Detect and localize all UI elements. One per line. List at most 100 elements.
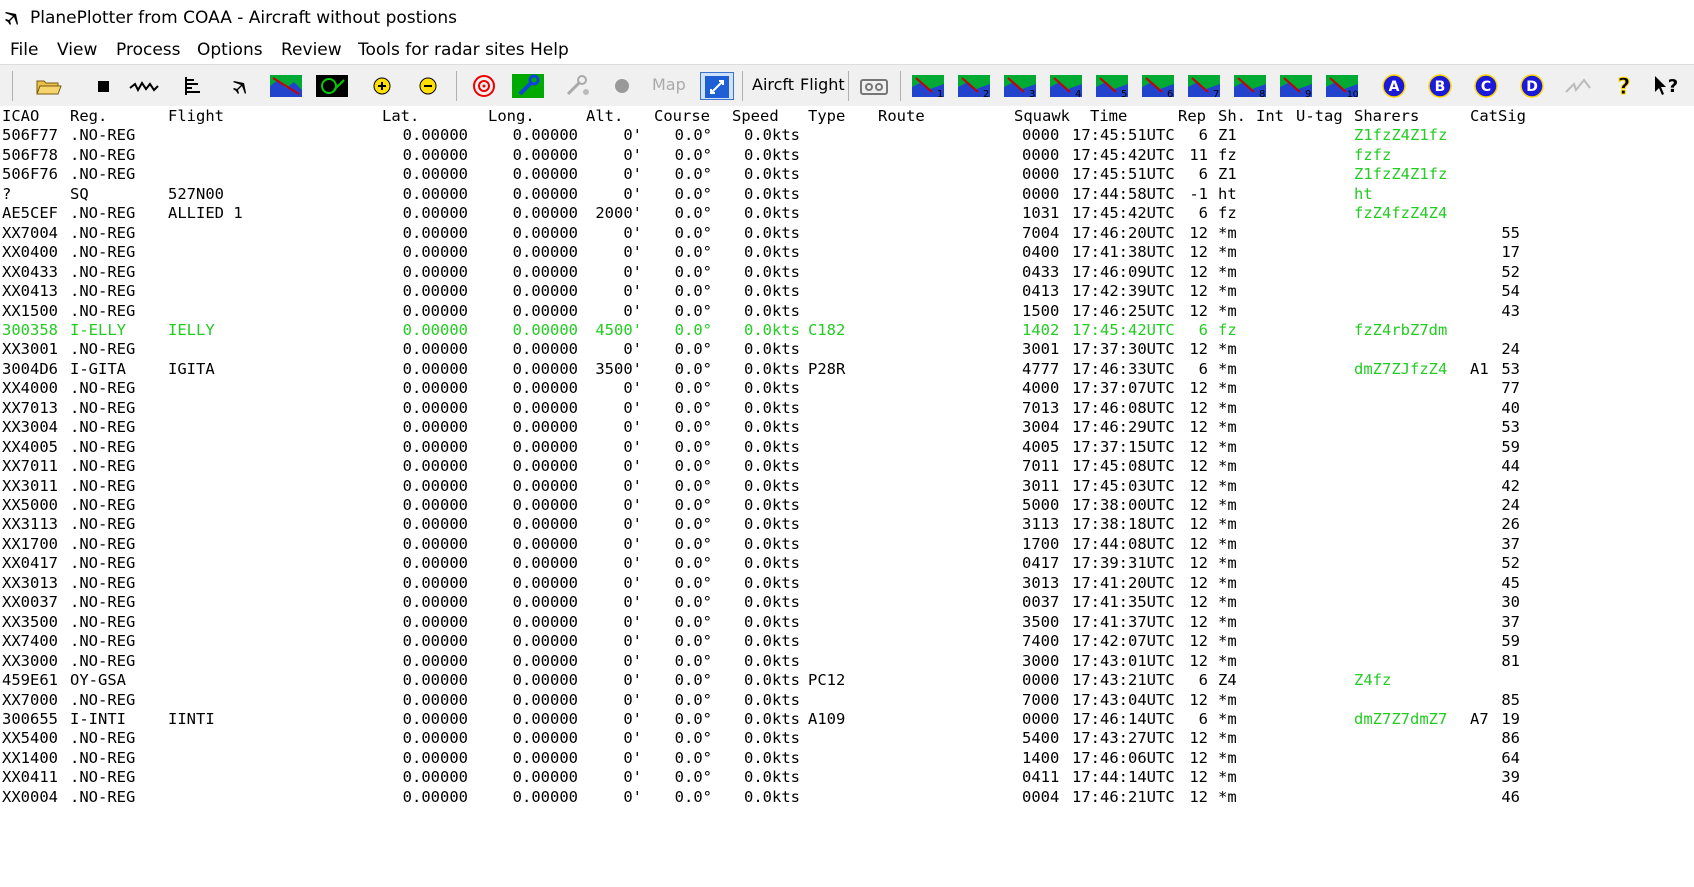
- table-row[interactable]: XX5400 .NO-REG 0.00000 0.00000 0' 0.0° 0.0kts 5…: [0, 729, 1694, 758]
- column-header[interactable]: U-tag: [1296, 106, 1343, 127]
- menu-file[interactable]: File: [10, 40, 38, 60]
- zoom-in-icon[interactable]: [366, 72, 398, 100]
- sync-active-icon[interactable]: [700, 72, 734, 100]
- stop-button[interactable]: [88, 72, 120, 100]
- table-row[interactable]: XX3013 .NO-REG 0.00000 0.00000 0' 0.0° 0.0kts 3…: [0, 574, 1694, 603]
- column-header[interactable]: Sh.: [1218, 106, 1246, 127]
- table-row[interactable]: 506F76 .NO-REG 0.00000 0.00000 0' 0.0° 0.0kts 0…: [0, 165, 1694, 194]
- column-header[interactable]: Speed: [732, 106, 779, 127]
- table-row[interactable]: 3004D6 I-GITA IGITA 0.00000 0.00000 3500' 0.0°…: [0, 360, 1694, 389]
- radio-icon[interactable]: [858, 72, 890, 100]
- cell-time: 17:41:38UTC: [1072, 243, 1175, 262]
- table-row[interactable]: XX7400 .NO-REG 0.00000 0.00000 0' 0.0° 0.0kts 7…: [0, 632, 1694, 661]
- cell-reg: .NO-REG: [70, 340, 136, 359]
- cell-lon: 0.00000: [512, 534, 578, 553]
- column-header[interactable]: Lat.: [382, 106, 419, 127]
- cell-time: 17:38:00UTC: [1072, 496, 1175, 514]
- table-row[interactable]: 506F77 .NO-REG 0.00000 0.00000 0' 0.0° 0.0kts 0…: [0, 126, 1694, 155]
- table-row[interactable]: XX3004 .NO-REG 0.00000 0.00000 0' 0.0° 0.0kts 3…: [0, 418, 1694, 447]
- column-header[interactable]: Route: [878, 106, 925, 127]
- letter-d-button[interactable]: D: [1516, 72, 1548, 100]
- cell-sig: 24: [1501, 340, 1520, 359]
- cell-speed: 0.0kts: [744, 651, 800, 670]
- chart-2-icon[interactable]: 2: [958, 72, 990, 100]
- cell-squawk: 3000: [1022, 651, 1060, 670]
- chart-6-icon[interactable]: 6: [1142, 72, 1174, 100]
- table-row[interactable]: XX0004 .NO-REG 0.00000 0.00000 0' 0.0° 0.0kts 0…: [0, 788, 1694, 817]
- column-header[interactable]: Sig: [1498, 106, 1526, 127]
- column-header[interactable]: Time: [1090, 106, 1127, 127]
- settings-wrench-icon[interactable]: [512, 72, 544, 100]
- table-row[interactable]: XX3011 .NO-REG 0.00000 0.00000 0' 0.0° 0.0kts 3…: [0, 477, 1694, 506]
- table-row[interactable]: XX3000 .NO-REG 0.00000 0.00000 0' 0.0° 0.0kts 3…: [0, 652, 1694, 681]
- aircraft-icon[interactable]: [226, 72, 258, 100]
- tools-disabled-icon[interactable]: [560, 72, 592, 100]
- column-header[interactable]: Reg.: [70, 106, 107, 127]
- table-row[interactable]: XX0413 .NO-REG 0.00000 0.00000 0' 0.0° 0.0kts 0…: [0, 282, 1694, 311]
- letter-c-button[interactable]: C: [1470, 72, 1502, 100]
- column-header[interactable]: Flight: [168, 106, 224, 127]
- aircraft-label-button[interactable]: Aircft: [752, 75, 794, 103]
- table-row[interactable]: XX4000 .NO-REG 0.00000 0.00000 0' 0.0° 0.0kts 4…: [0, 379, 1694, 408]
- menu-process[interactable]: Process: [116, 40, 181, 60]
- table-row[interactable]: XX0417 .NO-REG 0.00000 0.00000 0' 0.0° 0.0kts 0…: [0, 554, 1694, 583]
- chart-8-icon[interactable]: 8: [1234, 72, 1266, 100]
- letter-a-button[interactable]: A: [1378, 72, 1410, 100]
- chart-3-icon[interactable]: 3: [1004, 72, 1036, 100]
- column-header[interactable]: Course: [654, 106, 710, 127]
- target-icon[interactable]: [468, 72, 500, 100]
- zoom-out-icon[interactable]: [412, 72, 444, 100]
- record-disabled-icon[interactable]: [606, 72, 638, 100]
- table-row[interactable]: XX4005 .NO-REG 0.00000 0.00000 0' 0.0° 0.0kts 4…: [0, 438, 1694, 467]
- table-row[interactable]: XX0433 .NO-REG 0.00000 0.00000 0' 0.0° 0.0kts 0…: [0, 263, 1694, 292]
- cell-sh: *m: [1218, 787, 1237, 806]
- column-header[interactable]: Type: [808, 106, 845, 127]
- chart-10-icon[interactable]: 10: [1326, 72, 1359, 100]
- scope-view-icon[interactable]: [316, 72, 348, 100]
- column-header[interactable]: Squawk: [1014, 106, 1070, 127]
- chart-9-icon[interactable]: 9: [1280, 72, 1312, 100]
- map-button[interactable]: Map: [652, 75, 686, 103]
- table-row[interactable]: XX1700 .NO-REG 0.00000 0.00000 0' 0.0° 0.0kts 1…: [0, 535, 1694, 564]
- column-header[interactable]: Sharers: [1354, 106, 1419, 127]
- menu-tools-radar[interactable]: Tools for radar sites: [358, 40, 525, 60]
- flight-label-button[interactable]: Flight: [800, 75, 845, 103]
- table-row[interactable]: XX7013 .NO-REG 0.00000 0.00000 0' 0.0° 0.0kts 7…: [0, 399, 1694, 428]
- context-help-icon[interactable]: ?: [1650, 72, 1682, 100]
- column-header[interactable]: Rep: [1178, 106, 1206, 127]
- table-row[interactable]: 300358 I-ELLY IELLY 0.00000 0.00000 4500' 0.0°…: [0, 321, 1694, 350]
- table-row[interactable]: XX3500 .NO-REG 0.00000 0.00000 0' 0.0° 0.0kts 3…: [0, 613, 1694, 642]
- cell-speed: 0.0kts: [744, 145, 800, 164]
- column-header[interactable]: Int: [1256, 106, 1284, 127]
- signature-disabled-icon[interactable]: [1562, 72, 1594, 100]
- map-view-icon[interactable]: [270, 72, 302, 100]
- table-row[interactable]: XX0037 .NO-REG 0.00000 0.00000 0' 0.0° 0.0kts 0…: [0, 593, 1694, 622]
- chart-5-icon[interactable]: 5: [1096, 72, 1128, 100]
- column-header[interactable]: Long.: [488, 106, 535, 127]
- column-header[interactable]: Cat: [1470, 106, 1498, 127]
- table-row[interactable]: AE5CEF .NO-REG ALLIED 1 0.00000 0.00000 2000'…: [0, 204, 1694, 233]
- letter-b-button[interactable]: B: [1424, 72, 1456, 100]
- table-row[interactable]: XX0411 .NO-REG 0.00000 0.00000 0' 0.0° 0.0kts 0…: [0, 768, 1694, 797]
- table-row[interactable]: XX7004 .NO-REG 0.00000 0.00000 0' 0.0° 0.0kts 7…: [0, 224, 1694, 253]
- table-row[interactable]: XX3113 .NO-REG 0.00000 0.00000 0' 0.0° 0.0kts 3…: [0, 515, 1694, 544]
- menu-view[interactable]: View: [57, 40, 97, 60]
- table-row[interactable]: 459E61 OY-GSA 0.00000 0.00000 0' 0.0° 0.0kts PC…: [0, 671, 1694, 700]
- column-header[interactable]: Alt.: [586, 106, 623, 127]
- waveform-icon[interactable]: [128, 72, 160, 100]
- bar-list-icon[interactable]: [178, 72, 210, 100]
- table-row[interactable]: XX1400 .NO-REG 0.00000 0.00000 0' 0.0° 0.0kts 1…: [0, 749, 1694, 778]
- menu-review[interactable]: Review: [281, 40, 342, 60]
- column-header[interactable]: ICAO: [2, 106, 39, 127]
- open-folder-button[interactable]: [32, 72, 64, 100]
- menu-options[interactable]: Options: [197, 40, 263, 60]
- menu-help[interactable]: Help: [530, 40, 569, 60]
- table-row[interactable]: XX5000 .NO-REG 0.00000 0.00000 0' 0.0° 0.0kts 5…: [0, 496, 1694, 525]
- chart-1-icon[interactable]: 1: [912, 72, 944, 100]
- table-row[interactable]: XX7011 .NO-REG 0.00000 0.00000 0' 0.0° 0.0kts 7…: [0, 457, 1694, 486]
- chart-7-icon[interactable]: 7: [1188, 72, 1220, 100]
- chart-4-icon[interactable]: 4: [1050, 72, 1082, 100]
- table-row[interactable]: XX0400 .NO-REG 0.00000 0.00000 0' 0.0° 0.0kts 0…: [0, 243, 1694, 272]
- table-row[interactable]: 300655 I-INTI IINTI 0.00000 0.00000 0' 0.0° 0.0…: [0, 710, 1694, 739]
- help-icon[interactable]: ?: [1608, 72, 1640, 101]
